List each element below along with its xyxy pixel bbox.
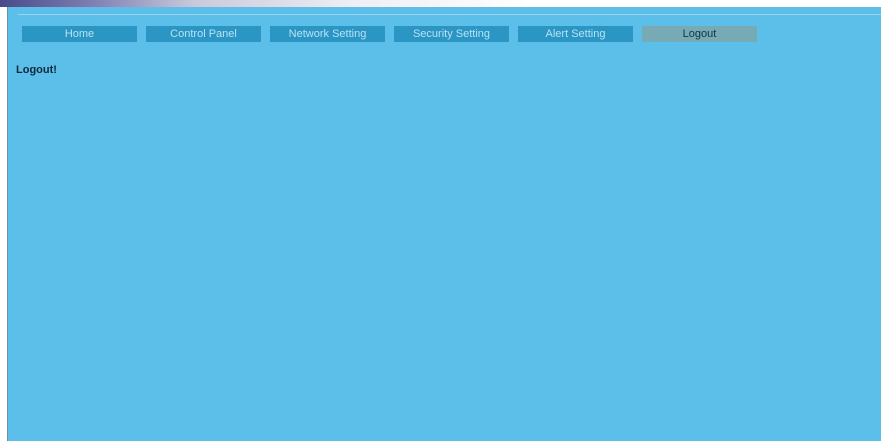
nav-alert-setting-button[interactable]: Alert Setting <box>518 26 633 42</box>
nav-network-setting-button[interactable]: Network Setting <box>270 26 385 42</box>
content-area: Home Control Panel Network Setting Secur… <box>8 7 881 441</box>
main-nav: Home Control Panel Network Setting Secur… <box>22 26 757 42</box>
nav-control-panel-button[interactable]: Control Panel <box>146 26 261 42</box>
logout-message: Logout! <box>16 64 57 76</box>
browser-frame: Home Control Panel Network Setting Secur… <box>0 0 881 441</box>
top-gradient-bar <box>0 0 881 7</box>
nav-home-button[interactable]: Home <box>22 26 137 42</box>
nav-security-setting-button[interactable]: Security Setting <box>394 26 509 42</box>
top-divider <box>18 14 881 15</box>
nav-logout-button[interactable]: Logout <box>642 26 757 42</box>
